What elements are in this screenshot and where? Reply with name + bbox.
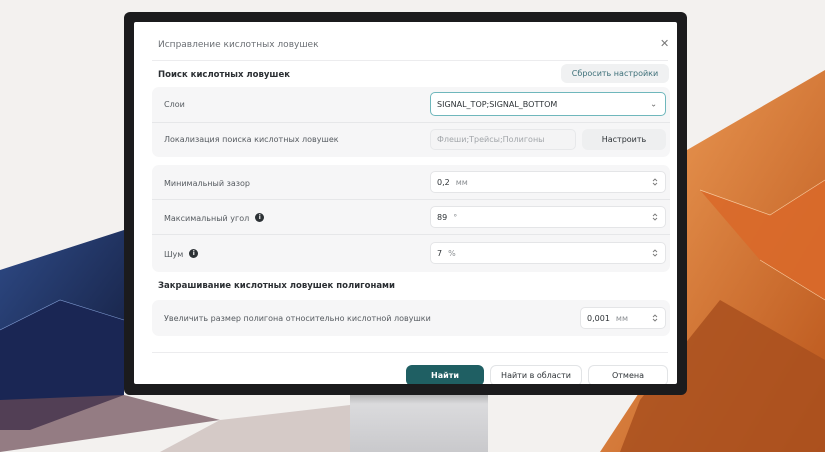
title-divider — [152, 60, 668, 61]
layers-select-value: SIGNAL_TOP;SIGNAL_BOTTOM — [437, 99, 558, 109]
max-angle-value: 89 — [437, 212, 448, 222]
row-divider — [152, 234, 670, 235]
localization-value: Флеши;Трейсы;Полигоны — [437, 135, 545, 144]
find-button[interactable]: Найти — [406, 365, 484, 384]
min-gap-input[interactable]: 0,2 мм — [430, 171, 666, 193]
close-icon[interactable]: ✕ — [660, 38, 669, 49]
chevron-down-icon: ⌄ — [650, 99, 657, 109]
stepper-icon[interactable] — [652, 249, 658, 258]
monitor-frame: Исправление кислотных ловушек ✕ Поиск ки… — [124, 12, 687, 395]
enlarge-label: Увеличить размер полигона относительно к… — [164, 314, 431, 323]
stepper-icon[interactable] — [652, 213, 658, 222]
enlarge-unit: мм — [615, 313, 628, 323]
footer-divider — [152, 352, 668, 353]
stepper-icon[interactable] — [652, 178, 658, 187]
noise-label: Шум i — [164, 249, 199, 259]
localization-label: Локализация поиска кислотных ловушек — [164, 135, 339, 144]
cancel-button[interactable]: Отмена — [588, 365, 668, 384]
fill-card: Увеличить размер полигона относительно к… — [152, 300, 670, 336]
enlarge-input[interactable]: 0,001 мм — [580, 307, 666, 329]
max-angle-unit: ° — [453, 212, 458, 222]
max-angle-input[interactable]: 89 ° — [430, 206, 666, 228]
max-angle-label: Максимальный угол i — [164, 213, 265, 223]
search-card-top: Слои SIGNAL_TOP;SIGNAL_BOTTOM ⌄ Локализа… — [152, 87, 670, 157]
noise-unit: % — [448, 248, 456, 258]
row-divider — [152, 199, 670, 200]
row-divider — [152, 122, 670, 123]
dialog-title: Исправление кислотных ловушек — [158, 40, 319, 50]
min-gap-value: 0,2 — [437, 177, 450, 187]
layers-select[interactable]: SIGNAL_TOP;SIGNAL_BOTTOM ⌄ — [430, 92, 666, 116]
info-icon[interactable]: i — [189, 249, 199, 258]
enlarge-value: 0,001 — [587, 313, 610, 323]
dialog-window: Исправление кислотных ловушек ✕ Поиск ки… — [134, 22, 677, 384]
configure-button[interactable]: Настроить — [582, 129, 666, 150]
layers-label: Слои — [164, 100, 185, 109]
localization-field: Флеши;Трейсы;Полигоны — [430, 129, 576, 150]
min-gap-unit: мм — [455, 177, 468, 187]
search-card-params: Минимальный зазор 0,2 мм Максимальный уг… — [152, 165, 670, 272]
find-in-area-button[interactable]: Найти в области — [490, 365, 582, 384]
info-icon[interactable]: i — [255, 213, 265, 222]
search-section-heading: Поиск кислотных ловушек — [158, 70, 290, 80]
min-gap-label: Минимальный зазор — [164, 179, 250, 188]
reset-settings-button[interactable]: Сбросить настройки — [561, 64, 669, 83]
stepper-icon[interactable] — [652, 314, 658, 323]
noise-value: 7 — [437, 248, 443, 258]
noise-input[interactable]: 7 % — [430, 242, 666, 264]
fill-section-heading: Закрашивание кислотных ловушек полигонам… — [158, 281, 395, 291]
